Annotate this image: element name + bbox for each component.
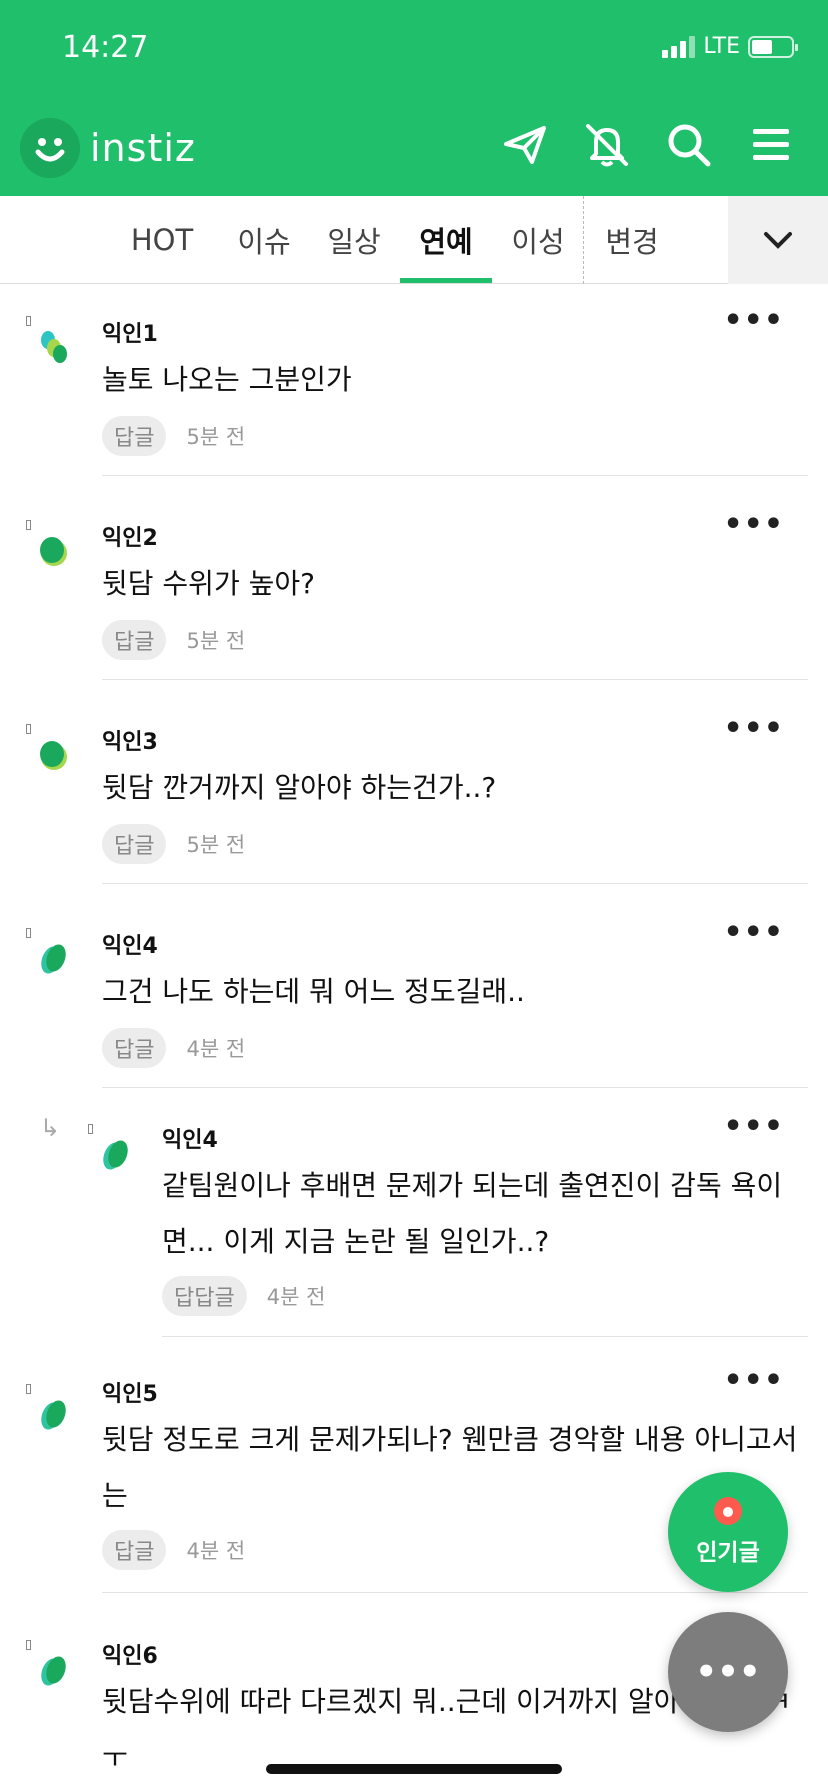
comment-marker (26, 1640, 31, 1650)
more-actions-button[interactable]: ••• (668, 1612, 788, 1732)
comment-time: 5분 전 (186, 425, 246, 449)
status-indicators: LTE (662, 34, 798, 59)
comment-author: 익인3 (102, 730, 158, 755)
search-icon[interactable] (662, 118, 716, 172)
comment-marker (26, 1384, 31, 1394)
tab-divider (583, 196, 584, 284)
tab-change[interactable]: 변경 (594, 196, 670, 284)
fire-icon (714, 1497, 742, 1525)
comment-text: 그건 나도 하는데 뭐 어느 정도길래.. (102, 975, 525, 1008)
status-time: 14:27 (62, 30, 149, 65)
tab-romance[interactable]: 이성 (500, 196, 576, 284)
comment-author: 익인4 (162, 1128, 218, 1153)
more-options-icon[interactable]: ••• (723, 1366, 784, 1396)
comment-divider (102, 883, 808, 884)
comment-time: 4분 전 (186, 1037, 246, 1061)
more-options-icon[interactable]: ••• (723, 918, 784, 948)
battery-icon (748, 35, 798, 58)
tab-entertainment[interactable]: 연예 (408, 196, 484, 284)
comment-time: 5분 전 (186, 833, 246, 857)
send-icon[interactable] (498, 118, 552, 172)
header-actions (498, 118, 798, 172)
anonymous-avatar-icon (41, 944, 66, 974)
comment-text-line: 뒷담 정도로 크게 문제가되나? 웬만큼 경악할 내용 아니고서 (102, 1423, 798, 1456)
reply-arrow-icon: ↳ (40, 1114, 61, 1142)
reply-button[interactable]: 답글 (102, 1028, 167, 1068)
popular-posts-button[interactable]: 인기글 (668, 1472, 788, 1592)
comment-text: 뒷담 수위가 높아? (102, 567, 315, 600)
signal-icon (662, 35, 696, 58)
comment-author: 익인4 (102, 934, 158, 959)
anonymous-avatar-icon (103, 1140, 128, 1170)
anonymous-avatar-icon (41, 1400, 66, 1430)
anonymous-avatar-icon (41, 1656, 66, 1686)
comment-marker (26, 724, 31, 734)
comment-meta: 답글 4분 전 (102, 1530, 245, 1570)
comment-meta: 답글 4분 전 (102, 1028, 245, 1068)
comment-divider (102, 679, 808, 680)
comment-meta: 답글 5분 전 (102, 620, 245, 660)
comment-marker (26, 316, 31, 326)
reply-button[interactable]: 답글 (102, 620, 167, 660)
reply-button[interactable]: 답글 (102, 1530, 167, 1570)
comment-text-line: 면... 이게 지금 논란 될 일인가..? (162, 1225, 550, 1258)
chevron-down-icon (764, 232, 792, 249)
comment-author: 익인1 (102, 322, 158, 347)
more-options-icon[interactable]: ••• (723, 714, 784, 744)
anonymous-avatar-icon (40, 741, 67, 770)
comment-author: 익인5 (102, 1382, 158, 1407)
active-tab-indicator (400, 278, 492, 283)
app-header: 14:27 LTE instiz (0, 0, 828, 196)
comment-divider (102, 1592, 808, 1593)
anonymous-avatar-icon (41, 331, 67, 363)
reply-button[interactable]: 답글 (102, 416, 167, 456)
menu-icon[interactable] (744, 118, 798, 172)
comment-divider (162, 1336, 808, 1337)
comment-time: 4분 전 (186, 1539, 246, 1563)
logo-text: instiz (90, 126, 196, 170)
anonymous-avatar-icon (40, 537, 67, 566)
more-options-icon[interactable]: ••• (723, 1112, 784, 1142)
comment-text-line: ㅜ (102, 1741, 128, 1770)
smiley-logo-icon (20, 118, 80, 178)
more-options-icon[interactable]: ••• (723, 306, 784, 336)
home-indicator (266, 1764, 562, 1774)
comment-text-line: 같팀원이나 후배면 문제가 되는데 출연진이 감독 욕이 (162, 1169, 783, 1202)
more-options-icon[interactable]: ••• (723, 510, 784, 540)
tabs-dropdown-button[interactable] (728, 196, 828, 284)
comment-divider (102, 475, 808, 476)
comment-divider (102, 1087, 808, 1088)
tab-hot[interactable]: HOT (122, 196, 202, 284)
instiz-logo[interactable]: instiz (20, 118, 196, 178)
comment-author: 익인6 (102, 1644, 158, 1669)
comment-text: 놀토 나오는 그분인가 (102, 363, 352, 396)
category-tabs: HOT 이슈 일상 연예 이성 변경 (0, 196, 828, 284)
comment-time: 4분 전 (266, 1285, 326, 1309)
popular-posts-label: 인기글 (696, 1540, 760, 1566)
comment-author: 익인2 (102, 526, 158, 551)
notification-off-icon[interactable] (580, 118, 634, 172)
tab-issue[interactable]: 이슈 (228, 196, 300, 284)
comment-time: 5분 전 (186, 629, 246, 653)
comment-meta: 답글 5분 전 (102, 416, 245, 456)
comment-text: 뒷담 깐거까지 알아야 하는건가..? (102, 771, 497, 804)
comment-meta: 답답글 4분 전 (162, 1276, 325, 1316)
reply-button[interactable]: 답글 (102, 824, 167, 864)
comment-marker (26, 928, 31, 938)
reply-button[interactable]: 답답글 (162, 1276, 247, 1316)
comment-marker (26, 520, 31, 530)
comment-marker (88, 1124, 93, 1134)
tab-daily[interactable]: 일상 (318, 196, 390, 284)
comment-meta: 답글 5분 전 (102, 824, 245, 864)
more-icon: ••• (695, 1652, 761, 1692)
comment-text-line: 는 (102, 1479, 128, 1512)
network-label: LTE (703, 34, 740, 59)
